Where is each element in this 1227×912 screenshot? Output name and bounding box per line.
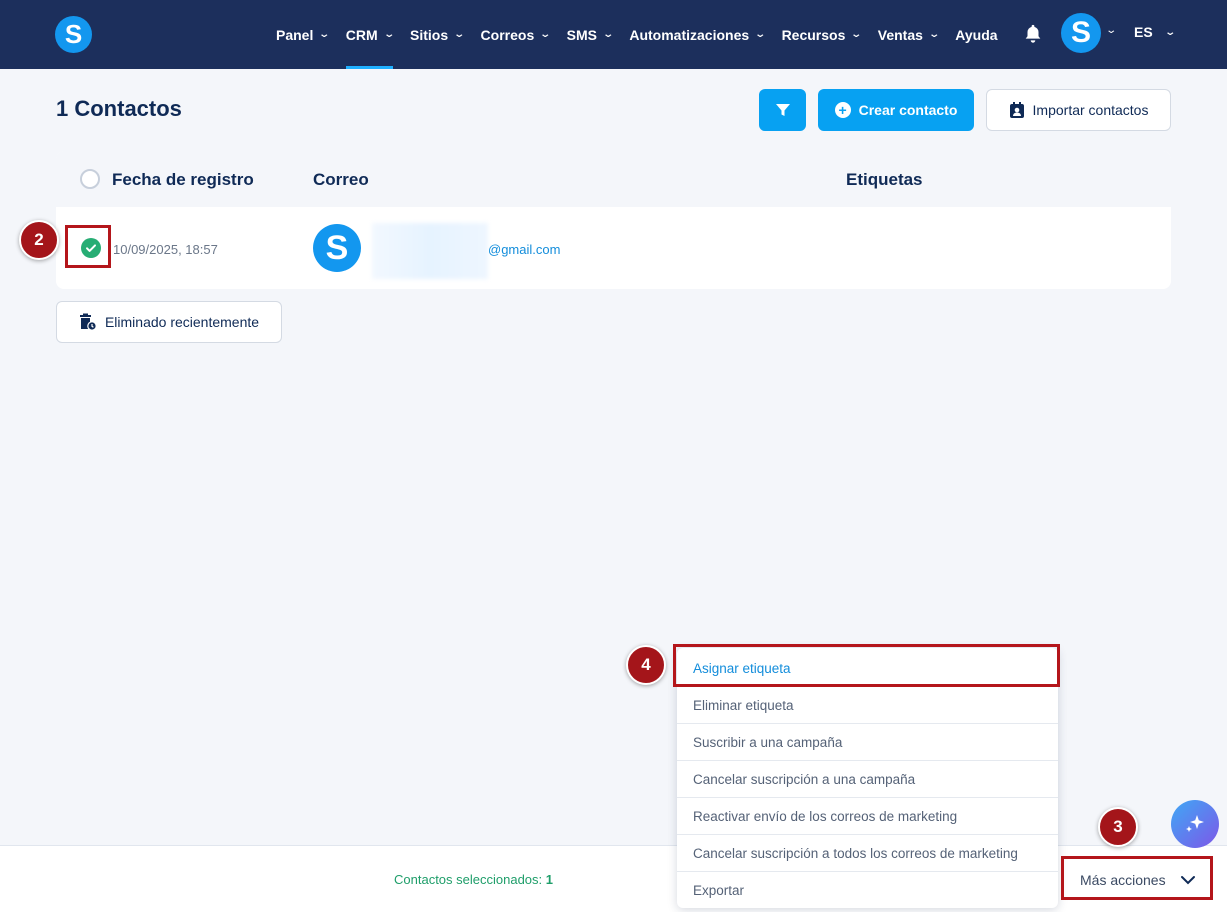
table-row[interactable]: 10/09/2025, 18:57 S @gmail.com [56,207,1171,289]
nav-item-ventas[interactable]: Ventas ⌄ [877,0,940,69]
chevron-down-icon: ⌄ [1164,26,1176,38]
more-actions-button[interactable]: Más acciones [1066,860,1211,900]
filter-button[interactable] [759,89,806,131]
nav-item-sitios[interactable]: Sitios ⌄ [410,0,466,69]
row-checkbox-checked[interactable] [81,238,101,258]
nav-item-recursos[interactable]: Recursos ⌄ [781,0,863,69]
chevron-down-icon: ⌄ [318,29,331,40]
nav-label: Recursos [781,26,846,43]
nav-item-correos[interactable]: Correos ⌄ [480,0,552,69]
contacts-table: Fecha de registro Correo Etiquetas 10/09… [56,151,1171,289]
sparkle-icon [1186,815,1204,832]
main-nav: Panel ⌄ CRM ⌄ Sitios ⌄ Correos ⌄ SMS ⌄ Automa… [276,0,1015,69]
menu-item-subscribe-campaign[interactable]: Suscribir a una campaña [677,724,1058,761]
ai-assistant-button[interactable] [1171,800,1219,848]
avatar-letter: S [325,228,349,267]
chevron-down-icon: ⌄ [453,29,466,40]
import-contacts-label: Importar contactos [1032,102,1149,118]
nav-item-crm[interactable]: CRM ⌄ [345,0,395,69]
annotation-badge-4: 4 [626,645,666,685]
select-all-checkbox[interactable] [80,169,100,189]
avatar-letter: S [1070,16,1091,49]
redacted-email-blur [372,223,488,279]
registration-date: 10/09/2025, 18:57 [113,242,218,257]
chevron-down-icon: ⌄ [539,29,552,40]
nav-label: Correos [480,26,535,43]
logo-letter: S [64,19,83,49]
annotation-badge-3: 3 [1098,807,1138,847]
nav-label: Automatizaciones [629,26,750,43]
bell-icon[interactable] [1022,23,1044,45]
nav-item-ayuda[interactable]: Ayuda [955,0,997,69]
user-avatar[interactable]: S [1061,13,1101,53]
plus-circle-icon: + [834,102,851,118]
recently-deleted-button[interactable]: Eliminado recientemente [56,301,282,343]
selected-label: Contactos seleccionados: [394,872,543,887]
menu-item-unsubscribe-all-marketing[interactable]: Cancelar suscripción a todos los correos… [677,835,1058,872]
nav-item-panel[interactable]: Panel ⌄ [276,0,331,69]
language-label: ES [1134,24,1153,40]
language-selector[interactable]: ES ⌄ [1134,24,1176,40]
chevron-down-icon: ⌄ [850,29,863,40]
annotation-badge-2: 2 [19,220,59,260]
chevron-down-icon: ⌄ [754,29,767,40]
top-navigation-bar: S Panel ⌄ CRM ⌄ Sitios ⌄ Correos ⌄ SMS ⌄ Auto… [0,0,1227,69]
nav-label: Ventas [877,26,923,43]
filter-icon [775,104,790,116]
chevron-down-icon: ⌄ [382,29,395,40]
chevron-down-icon[interactable]: ⌄ [1105,25,1117,36]
table-header: Fecha de registro Correo Etiquetas [56,151,1171,207]
nav-label: Sitios [410,26,449,43]
contact-email[interactable]: @gmail.com [488,242,560,257]
more-actions-menu: Asignar etiqueta Eliminar etiqueta Suscr… [677,648,1058,908]
chevron-down-icon: ⌄ [602,29,615,40]
menu-item-assign-tag[interactable]: Asignar etiqueta [677,650,1058,687]
page-title: 1 Contactos [56,96,182,121]
column-header-tags[interactable]: Etiquetas [846,170,923,190]
chevron-down-icon [1180,876,1195,885]
import-contacts-button[interactable]: Importar contactos [986,89,1171,131]
brand-logo[interactable]: S [55,16,92,53]
menu-item-unsubscribe-campaign[interactable]: Cancelar suscripción a una campaña [677,761,1058,798]
nav-label: Ayuda [955,26,998,43]
create-contact-button[interactable]: + Crear contacto [818,89,974,131]
nav-label: Panel [276,26,314,43]
contact-card-icon [1009,101,1024,118]
nav-label: CRM [345,26,378,43]
column-header-email[interactable]: Correo [313,170,369,190]
selected-contacts-count: Contactos seleccionados: 1 [394,872,553,887]
contact-avatar: S [313,224,361,272]
trash-clock-icon [79,313,97,331]
create-contact-label: Crear contacto [858,102,958,118]
nav-label: SMS [566,26,597,43]
more-actions-label: Más acciones [1080,872,1166,888]
menu-item-reactivate-marketing[interactable]: Reactivar envío de los correos de market… [677,798,1058,835]
menu-item-export[interactable]: Exportar [677,872,1058,909]
check-icon [86,244,96,252]
chevron-down-icon: ⌄ [928,29,940,40]
column-header-date[interactable]: Fecha de registro [112,170,254,190]
nav-item-automatizaciones[interactable]: Automatizaciones ⌄ [629,0,767,69]
selected-count-value: 1 [545,872,554,887]
menu-item-remove-tag[interactable]: Eliminar etiqueta [677,687,1058,724]
recently-deleted-label: Eliminado recientemente [104,314,260,330]
nav-item-sms[interactable]: SMS ⌄ [566,0,615,69]
